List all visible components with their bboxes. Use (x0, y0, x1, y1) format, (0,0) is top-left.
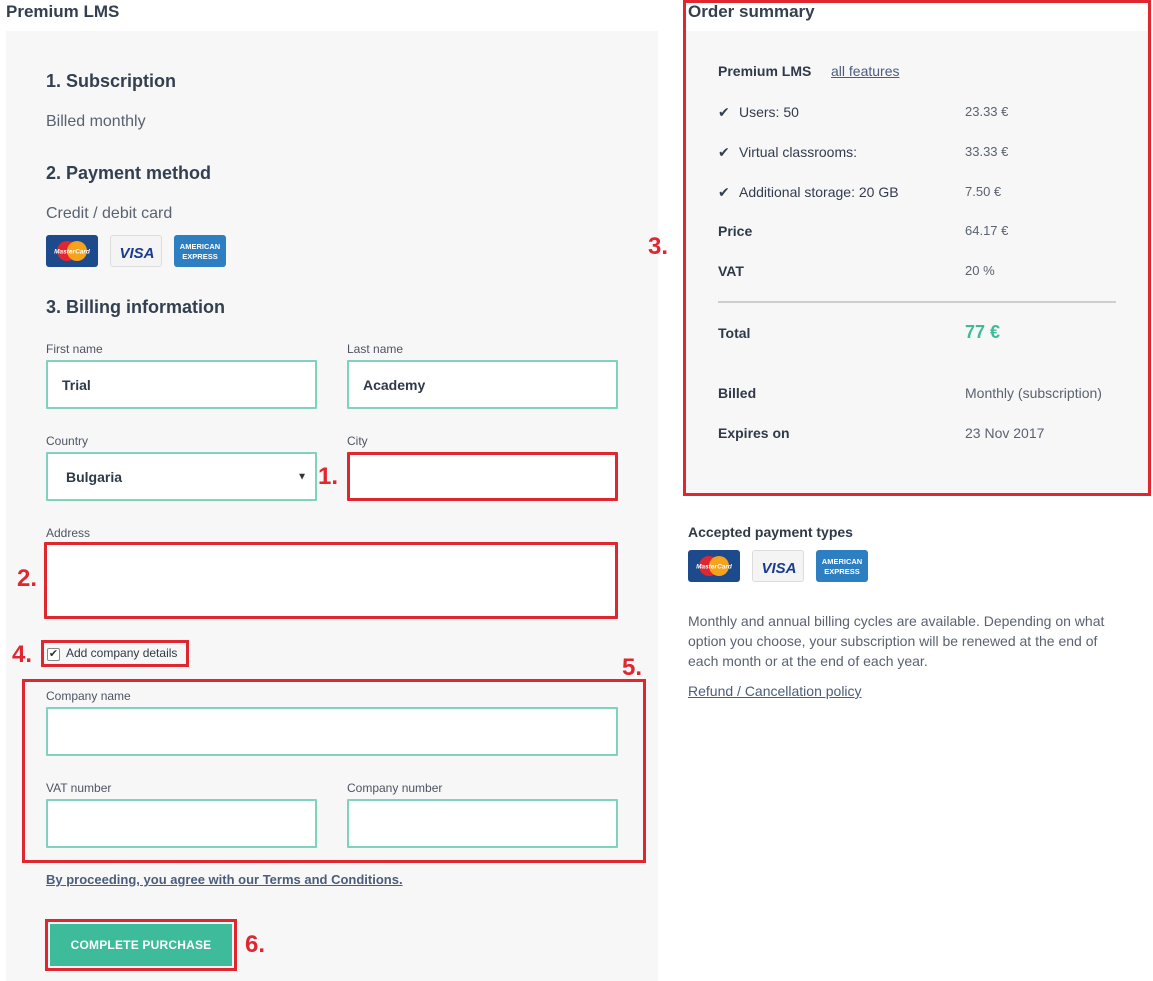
chevron-down-icon: ▼ (297, 471, 307, 482)
terms-link[interactable]: By proceeding, you agree with our Terms … (46, 872, 403, 887)
mastercard-icon: MasterCard (688, 550, 740, 582)
annotation-5: 5. (622, 654, 643, 681)
order-summary-title: Order summary (688, 2, 815, 21)
vat-value: 20 % (965, 263, 995, 278)
billed-label: Billed (718, 385, 757, 401)
first-name-field[interactable]: Trial (46, 360, 317, 409)
total-value: 77 € (965, 322, 1001, 342)
check-icon: ✔ (718, 144, 730, 160)
vat-label: VAT (718, 263, 744, 279)
address-label: Address (46, 526, 91, 540)
svg-text:EXPRESS: EXPRESS (824, 567, 859, 576)
total-label: Total (718, 325, 751, 341)
page-title: Premium LMS (6, 2, 120, 21)
annotation-3: 3. (648, 233, 669, 260)
billed-value: Monthly (subscription) (965, 385, 1102, 401)
expires-label: Expires on (718, 425, 790, 441)
svg-text:AMERICAN: AMERICAN (180, 242, 220, 251)
annotation-1: 1. (318, 463, 339, 490)
country-select-value: Bulgaria (66, 468, 123, 485)
vat-number-field[interactable] (46, 799, 317, 848)
summary-line-value: 33.33 € (965, 144, 1009, 159)
price-value: 64.17 € (965, 223, 1009, 238)
summary-line-label: Additional storage: 20 GB (739, 184, 899, 200)
summary-divider (718, 301, 1116, 303)
company-details-checkbox-label[interactable]: Add company details (66, 646, 177, 660)
summary-line-value: 23.33 € (965, 104, 1009, 119)
country-label: Country (46, 434, 89, 448)
billing-cycle-info: Monthly and annual billing cycles are av… (688, 613, 1105, 669)
country-select[interactable]: Bulgaria ▼ (46, 452, 317, 501)
summary-line-value: 7.50 € (965, 184, 1002, 199)
visa-icon: VISA (110, 235, 162, 267)
annotation-2: 2. (17, 565, 38, 592)
company-name-field[interactable] (46, 707, 618, 756)
city-label: City (347, 434, 368, 448)
payment-method-heading: 2. Payment method (46, 163, 212, 183)
company-name-label: Company name (46, 689, 131, 703)
svg-text:EXPRESS: EXPRESS (182, 252, 217, 261)
amex-icon: AMERICAN EXPRESS (174, 235, 226, 267)
visa-icon: VISA (752, 550, 804, 582)
payment-method-text: Credit / debit card (46, 205, 173, 222)
company-number-label: Company number (347, 781, 443, 795)
accepted-payment-heading: Accepted payment types (688, 524, 853, 540)
price-label: Price (718, 223, 753, 239)
first-name-label: First name (46, 342, 103, 356)
company-details-checkbox[interactable]: ✔ (47, 648, 60, 661)
last-name-field[interactable]: Academy (347, 360, 618, 409)
svg-text:VISA: VISA (119, 245, 154, 262)
summary-line-label: Users: 50 (739, 104, 799, 120)
svg-text:AMERICAN: AMERICAN (822, 557, 862, 566)
vat-number-label: VAT number (46, 781, 112, 795)
annotation-6: 6. (245, 931, 266, 958)
company-number-field[interactable] (347, 799, 618, 848)
check-icon: ✔ (718, 104, 730, 120)
annotation-4: 4. (12, 641, 33, 668)
summary-product-name: Premium LMS (718, 63, 812, 79)
city-field[interactable] (347, 452, 618, 501)
svg-text:MasterCard: MasterCard (54, 249, 91, 256)
last-name-label: Last name (347, 342, 404, 356)
all-features-link[interactable]: all features (831, 63, 899, 79)
svg-text:VISA: VISA (761, 560, 796, 577)
amex-icon: AMERICAN EXPRESS (816, 550, 868, 582)
complete-purchase-button[interactable]: COMPLETE PURCHASE (50, 924, 232, 966)
check-icon: ✔ (718, 184, 730, 200)
subscription-text: Billed monthly (46, 113, 146, 130)
summary-line-label: Virtual classrooms: (739, 144, 858, 160)
address-field[interactable] (44, 542, 618, 619)
billing-heading: 3. Billing information (46, 297, 225, 317)
svg-text:MasterCard: MasterCard (696, 564, 733, 571)
expires-value: 23 Nov 2017 (965, 425, 1045, 441)
refund-policy-link[interactable]: Refund / Cancellation policy (688, 683, 862, 699)
subscription-heading: 1. Subscription (46, 71, 177, 91)
mastercard-icon: MasterCard (46, 235, 98, 267)
